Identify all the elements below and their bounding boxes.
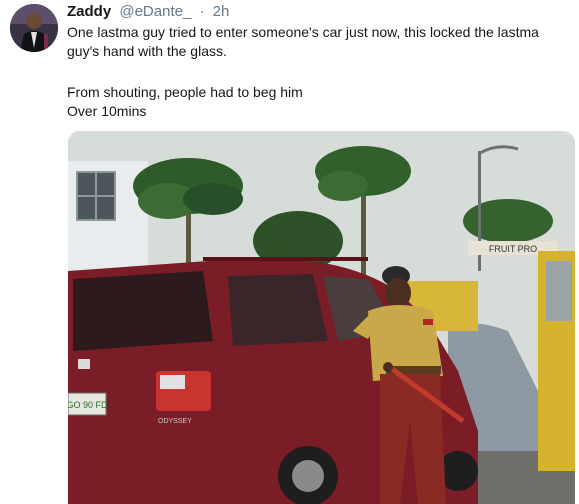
- timestamp[interactable]: 2h: [213, 3, 230, 20]
- tweet-line: From shouting, people had to beg him: [67, 84, 303, 100]
- user-handle[interactable]: @eDante_: [119, 3, 191, 20]
- tweet-line: guy's hand with the glass.: [67, 43, 227, 59]
- license-plate-text: GO 90 FD: [68, 400, 108, 410]
- tweet[interactable]: Zaddy @eDante_ · 2h One lastma guy tried…: [0, 0, 579, 504]
- tweet-line: Over 10mins: [67, 103, 147, 119]
- avatar[interactable]: [10, 4, 58, 52]
- separator-dot: ·: [199, 3, 205, 20]
- tweet-text: One lastma guy tried to enter someone's …: [67, 23, 567, 121]
- tweet-line: One lastma guy tried to enter someone's …: [67, 24, 539, 40]
- car-badge-text: ODYSSEY: [158, 418, 192, 425]
- display-name[interactable]: Zaddy: [67, 3, 111, 20]
- tweet-header: Zaddy @eDante_ · 2h: [67, 2, 229, 22]
- tweet-photo[interactable]: FRUIT PRO GO 90 FD ODYSSEY: [68, 131, 575, 504]
- shop-sign-text: FRUIT PRO: [489, 244, 537, 254]
